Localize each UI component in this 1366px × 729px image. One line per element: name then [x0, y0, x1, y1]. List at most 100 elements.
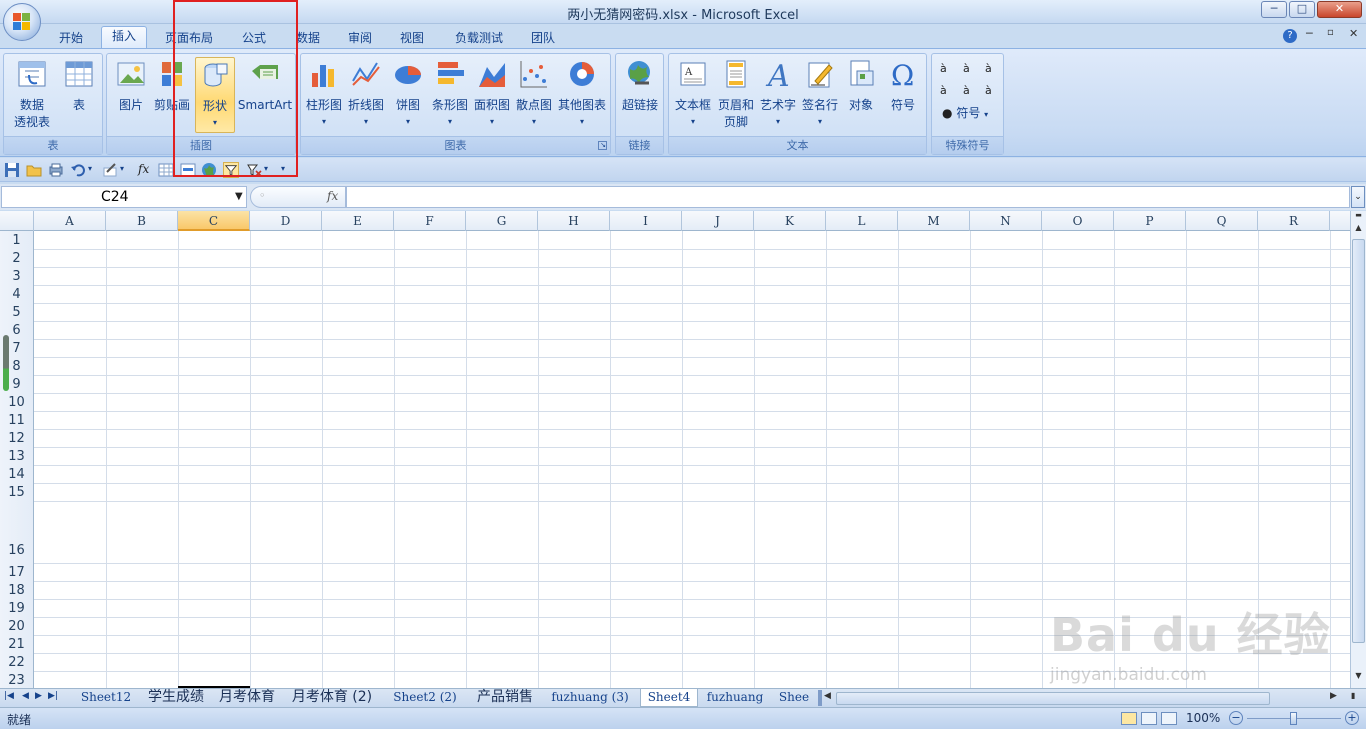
column-header-c[interactable]: C — [178, 211, 250, 231]
special-symbol-2[interactable]: à — [963, 62, 970, 75]
special-symbol-3[interactable]: à — [985, 62, 992, 75]
scroll-thumb[interactable] — [1352, 239, 1365, 643]
row-header-4[interactable]: 4 — [0, 285, 34, 304]
special-symbol-1[interactable]: à — [940, 62, 947, 75]
row-header-10[interactable]: 10 — [0, 393, 34, 412]
row-header-22[interactable]: 22 — [0, 653, 34, 672]
ribbon-close-icon[interactable]: ✕ — [1349, 27, 1358, 40]
customize-toolbar-icon[interactable]: ▾ — [281, 164, 285, 173]
column-header-n[interactable]: N — [970, 211, 1042, 231]
filter-icon[interactable] — [223, 162, 239, 178]
signature-line-button[interactable]: 签名行 ▾ — [799, 57, 841, 133]
table-button[interactable]: 表 — [58, 57, 100, 133]
tab-view[interactable]: 视图 — [391, 29, 433, 49]
name-box[interactable]: C24 ▼ — [1, 186, 247, 208]
globe-icon[interactable] — [201, 162, 217, 178]
next-sheet-icon[interactable]: ▶ — [35, 691, 42, 701]
column-header-o[interactable]: O — [1042, 211, 1114, 231]
horizontal-scroll-thumb[interactable] — [836, 692, 1270, 705]
scroll-up-icon[interactable]: ▲ — [1352, 223, 1365, 237]
object-button[interactable]: 对象 — [841, 57, 881, 133]
grid-icon[interactable] — [158, 162, 174, 178]
sheet-tab-monthly-pe-2[interactable]: 月考体育 (2) — [286, 689, 378, 707]
name-box-dropdown-icon[interactable]: ▼ — [235, 187, 243, 207]
special-symbol-4[interactable]: à — [940, 84, 947, 97]
row-header-11[interactable]: 11 — [0, 411, 34, 430]
picture-button[interactable]: 图片 — [111, 57, 151, 133]
zoom-in-icon[interactable]: + — [1345, 711, 1359, 725]
normal-view-icon[interactable] — [1121, 712, 1137, 725]
tab-team[interactable]: 团队 — [522, 29, 564, 49]
other-charts-button[interactable]: 其他图表 ▾ — [555, 57, 609, 133]
column-header-i[interactable]: I — [610, 211, 682, 231]
insert-function-icon[interactable]: fx — [138, 162, 149, 176]
tab-page-layout[interactable]: 页面布局 — [158, 29, 220, 49]
zoom-out-icon[interactable]: − — [1229, 711, 1243, 725]
scatter-chart-button[interactable]: 散点图 ▾ — [513, 57, 555, 133]
pie-chart-button[interactable]: 饼图 ▾ — [387, 57, 429, 133]
row-header-16[interactable]: 16 — [0, 501, 34, 564]
column-header-g[interactable]: G — [466, 211, 538, 231]
charts-dialog-launcher-icon[interactable]: ↘ — [598, 141, 607, 150]
row-header-15[interactable]: 15 — [0, 483, 34, 502]
formula-bar-expand-button[interactable]: ⌄ — [1351, 186, 1365, 208]
column-header-h[interactable]: H — [538, 211, 610, 231]
column-header-j[interactable]: J — [682, 211, 754, 231]
hscroll-right-icon[interactable]: ▶ — [1330, 691, 1337, 701]
textbox-button[interactable]: A 文本框 ▾ — [671, 57, 715, 133]
first-sheet-icon[interactable]: |◀ — [4, 691, 14, 701]
clear-filter-dropdown-icon[interactable]: ▾ — [264, 164, 268, 173]
row-header-21[interactable]: 21 — [0, 635, 34, 654]
row-header-5[interactable]: 5 — [0, 303, 34, 322]
undo-dropdown-icon[interactable]: ▾ — [88, 164, 92, 173]
maximize-button[interactable]: □ — [1289, 1, 1315, 18]
clipart-button[interactable]: 剪贴画 — [151, 57, 193, 133]
tab-split-handle[interactable] — [818, 690, 822, 706]
row-header-12[interactable]: 12 — [0, 429, 34, 448]
row-header-3[interactable]: 3 — [0, 267, 34, 286]
smartart-button[interactable]: SmartArt — [235, 57, 295, 133]
column-chart-button[interactable]: 柱形图 ▾ — [303, 57, 345, 133]
draw-border-dropdown-icon[interactable]: ▾ — [120, 164, 124, 173]
symbol-button[interactable]: Ω 符号 — [881, 57, 925, 133]
scroll-down-icon[interactable]: ▼ — [1352, 671, 1365, 685]
bar-chart-button[interactable]: 条形图 ▾ — [429, 57, 471, 133]
draw-border-icon[interactable] — [102, 162, 118, 178]
ribbon-minimize-icon[interactable]: ─ — [1306, 27, 1313, 40]
special-symbol-button[interactable]: ● 符号 ▾ — [942, 104, 988, 121]
sheet-tab-monthly-pe[interactable]: 月考体育 — [214, 689, 280, 707]
prev-sheet-icon[interactable]: ◀ — [22, 691, 29, 701]
side-handle[interactable] — [3, 335, 9, 391]
page-layout-view-icon[interactable] — [1141, 712, 1157, 725]
zoom-slider-thumb[interactable] — [1290, 712, 1297, 725]
insert-function-button[interactable]: fx — [327, 189, 338, 203]
hyperlink-button[interactable]: 超链接 — [618, 57, 662, 133]
sheet-tab-sheet2-2[interactable]: Sheet2 (2) — [384, 689, 466, 707]
row-header-1[interactable]: 1 — [0, 231, 34, 250]
shapes-button[interactable]: 形状 ▾ — [195, 57, 235, 133]
ribbon-restore-icon[interactable]: ▫ — [1327, 27, 1334, 38]
column-header-m[interactable]: M — [898, 211, 970, 231]
help-icon[interactable]: ? — [1283, 29, 1297, 43]
column-header-l[interactable]: L — [826, 211, 898, 231]
column-header-a[interactable]: A — [34, 211, 106, 231]
pivot-table-button[interactable]: 数据 透视表 — [6, 57, 58, 133]
sheet-tab-fuzhuang-3[interactable]: fuzhuang (3) — [544, 689, 636, 707]
wordart-button[interactable]: A 艺术字 ▾ — [757, 57, 799, 133]
last-sheet-icon[interactable]: ▶| — [48, 691, 58, 701]
hsplit-handle[interactable]: ▮ — [1351, 691, 1355, 700]
sheet-tab-sheet4[interactable]: Sheet4 — [640, 689, 698, 707]
page-break-view-icon[interactable] — [1161, 712, 1177, 725]
special-symbol-5[interactable]: à — [963, 84, 970, 97]
column-header-b[interactable]: B — [106, 211, 178, 231]
tab-home[interactable]: 开始 — [50, 29, 92, 49]
column-header-k[interactable]: K — [754, 211, 826, 231]
column-header-d[interactable]: D — [250, 211, 322, 231]
row-header-17[interactable]: 17 — [0, 563, 34, 582]
row-header-18[interactable]: 18 — [0, 581, 34, 600]
minimize-button[interactable]: ─ — [1261, 1, 1287, 18]
split-handle[interactable]: ▬ — [1352, 211, 1365, 221]
row-header-2[interactable]: 2 — [0, 249, 34, 268]
formula-input[interactable] — [346, 186, 1350, 208]
open-folder-icon[interactable] — [26, 162, 42, 178]
